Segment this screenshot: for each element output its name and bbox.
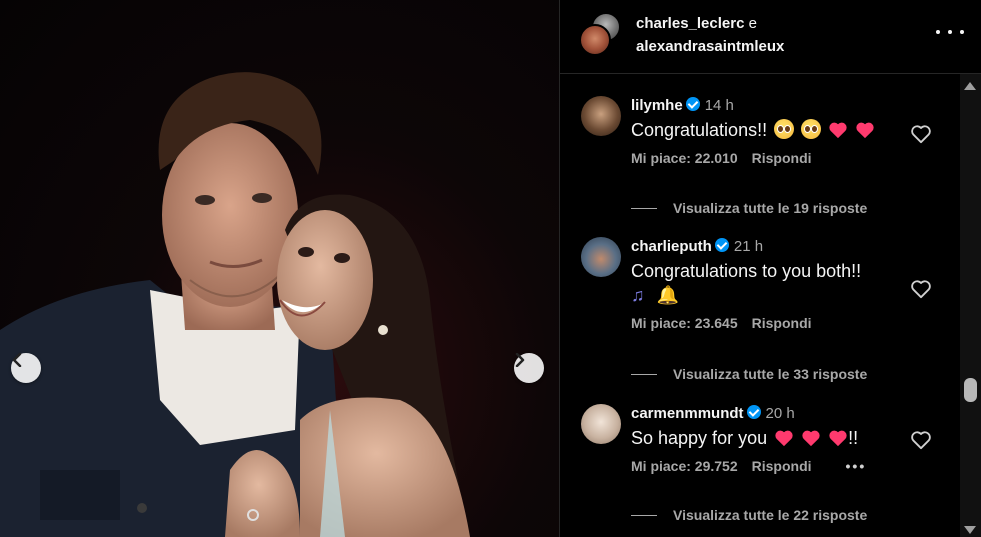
view-replies-button[interactable]: Visualizza tutte le 22 risposte	[631, 507, 867, 523]
view-replies-button[interactable]: Visualizza tutte le 33 risposte	[631, 366, 867, 382]
comment-likes[interactable]: Mi piace: 29.752	[631, 458, 738, 474]
comment-options-button[interactable]: •••	[846, 458, 867, 474]
comment-time[interactable]: 21 h	[734, 238, 763, 255]
comment-username[interactable]: lilymhe	[631, 97, 683, 114]
comment-list: lilymhe 14 h Congratulations!! Mi piace: …	[560, 74, 960, 537]
more-options-button[interactable]	[936, 22, 964, 42]
comment-time[interactable]: 20 h	[766, 405, 795, 422]
pink-heart-icon	[856, 122, 874, 139]
verified-badge-icon	[746, 405, 761, 419]
avatar[interactable]	[581, 404, 621, 444]
like-heart-icon[interactable]	[910, 124, 932, 144]
musical-notes-icon: ♫	[631, 285, 645, 305]
scrollbar-thumb[interactable]	[964, 378, 977, 402]
post-photo	[0, 0, 559, 537]
author-primary-link[interactable]: charles_leclerc	[636, 15, 744, 32]
chevron-left-icon	[12, 353, 22, 367]
pink-heart-icon	[829, 122, 847, 139]
pleading-face-icon	[801, 119, 822, 139]
comment-likes[interactable]: Mi piace: 22.010	[631, 150, 738, 166]
like-heart-icon[interactable]	[910, 279, 932, 299]
carousel-prev-button[interactable]	[11, 353, 41, 383]
scroll-down-arrow-icon[interactable]	[964, 526, 976, 534]
sparkling-heart-icon	[775, 430, 793, 447]
comments-panel: charles_leclerc e alexandrasaintmleux li…	[559, 0, 981, 537]
comment-username[interactable]: carmenmmundt	[631, 405, 744, 422]
reply-button[interactable]: Rispondi	[752, 458, 812, 474]
avatar	[579, 24, 611, 56]
sparkling-heart-icon	[802, 430, 820, 447]
post-authors: charles_leclerc e alexandrasaintmleux	[636, 12, 784, 58]
post-header: charles_leclerc e alexandrasaintmleux	[560, 0, 981, 74]
scrollbar[interactable]	[960, 74, 981, 537]
verified-badge-icon	[685, 97, 700, 111]
view-replies-button[interactable]: Visualizza tutte le 19 risposte	[631, 200, 867, 216]
bell-icon: 🔔	[656, 285, 679, 305]
more-horizontal-icon	[936, 30, 940, 34]
chevron-right-icon	[515, 353, 525, 367]
author-secondary-link[interactable]: alexandrasaintmleux	[636, 35, 784, 58]
comment-time[interactable]: 14 h	[705, 97, 734, 114]
author-conjunction: e	[748, 15, 757, 32]
scroll-up-arrow-icon[interactable]	[964, 82, 976, 90]
verified-badge-icon	[714, 238, 729, 252]
comment-text: Congratulations to you both!! ♫ 🔔	[631, 261, 862, 305]
carousel-next-button[interactable]	[514, 353, 544, 383]
pleading-face-icon	[774, 119, 795, 139]
comment-likes[interactable]: Mi piace: 23.645	[631, 315, 738, 331]
couple-photo-illustration	[0, 72, 470, 537]
comment-username[interactable]: charlieputh	[631, 238, 712, 255]
like-heart-icon[interactable]	[910, 430, 932, 450]
avatar[interactable]	[581, 96, 621, 136]
author-avatars[interactable]	[579, 12, 623, 56]
reply-button[interactable]: Rispondi	[752, 315, 812, 331]
sparkling-heart-icon	[829, 430, 847, 447]
avatar[interactable]	[581, 237, 621, 277]
comment-text: So happy for you !!	[631, 428, 859, 448]
reply-button[interactable]: Rispondi	[752, 150, 812, 166]
comment-text: Congratulations!!	[631, 118, 921, 142]
